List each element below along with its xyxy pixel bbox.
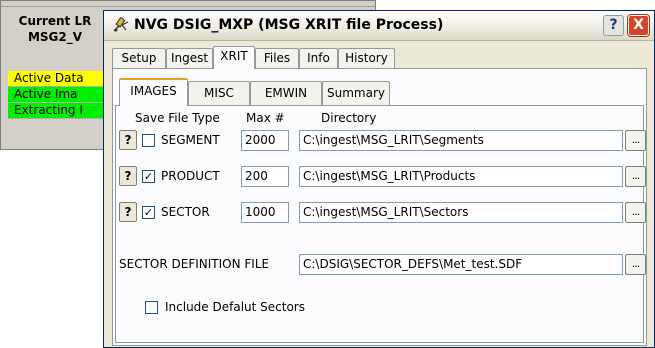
satellite-app-icon [112,16,130,34]
include-default-sectors-label: Include Defalut Sectors [165,300,305,314]
images-tab-panel: Save File Type Max # Directory ? SEGMENT… [115,105,646,343]
xrit-tab-panel: IMAGES MISC EMWIN Summary Save File Type… [112,68,647,346]
status-item-active-images: Active Ima [8,87,112,103]
sector-browse-button[interactable]: ... [625,202,646,223]
xrit-process-dialog: NVG DSIG_MXP (MSG XRIT file Process) ? X… [103,10,655,348]
status-list: Active Data Active Ima Extracting I [8,71,112,119]
background-title-line-1: Current LR [18,14,92,28]
product-directory-input[interactable]: C:\ingest\MSG_LRIT\Products [299,166,623,187]
product-label: PRODUCT [161,169,220,183]
sector-definition-file-input[interactable]: C:\DSIG\SECTOR_DEFS\Met_test.SDF [299,254,623,275]
segment-help-button[interactable]: ? [119,130,137,150]
product-browse-button[interactable]: ... [625,166,646,187]
tab-emwin[interactable]: EMWIN [250,81,322,105]
tab-files[interactable]: Files [255,48,299,68]
sector-help-button[interactable]: ? [119,202,137,222]
sector-directory-input[interactable]: C:\ingest\MSG_LRIT\Sectors [299,202,623,223]
sector-definition-browse-button[interactable]: ... [625,254,646,275]
close-button[interactable]: X [628,15,649,36]
product-checkbox[interactable]: ✓ [142,170,155,183]
tab-images[interactable]: IMAGES [119,78,188,106]
sector-checkbox[interactable]: ✓ [142,206,155,219]
dialog-title: NVG DSIG_MXP (MSG XRIT file Process) [134,17,444,33]
include-default-sectors-checkbox[interactable] [145,301,158,314]
column-header-max: Max # [246,111,285,125]
column-header-directory: Directory [321,111,377,125]
segment-max-input[interactable]: 2000 [241,130,289,151]
tab-xrit[interactable]: XRIT [213,46,255,69]
tab-summary[interactable]: Summary [322,81,390,105]
sector-max-input[interactable]: 1000 [241,202,289,223]
segment-browse-button[interactable]: ... [625,130,646,151]
status-item-active-data: Active Data [8,71,112,87]
tab-info[interactable]: Info [299,48,338,68]
segment-label: SEGMENT [161,133,220,147]
column-header-save-file-type: Save File Type [135,111,220,125]
status-item-extracting: Extracting I [8,103,112,119]
background-window-title: Current LR MSG2_V [9,13,101,45]
help-button[interactable]: ? [603,15,624,36]
tab-history[interactable]: History [338,48,395,68]
segment-checkbox[interactable] [142,134,155,147]
tab-misc[interactable]: MISC [188,81,250,105]
segment-directory-input[interactable]: C:\ingest\MSG_LRIT\Segments [299,130,623,151]
tab-ingest[interactable]: Ingest [166,48,213,68]
tab-setup[interactable]: Setup [112,48,166,68]
background-window-frame [1,1,375,7]
sector-definition-file-label: SECTOR DEFINITION FILE [119,257,270,271]
product-help-button[interactable]: ? [119,166,137,186]
product-max-input[interactable]: 200 [241,166,289,187]
sector-label: SECTOR [161,205,210,219]
title-bar[interactable]: NVG DSIG_MXP (MSG XRIT file Process) ? X [104,11,654,41]
background-title-line-2: MSG2_V [27,30,83,44]
